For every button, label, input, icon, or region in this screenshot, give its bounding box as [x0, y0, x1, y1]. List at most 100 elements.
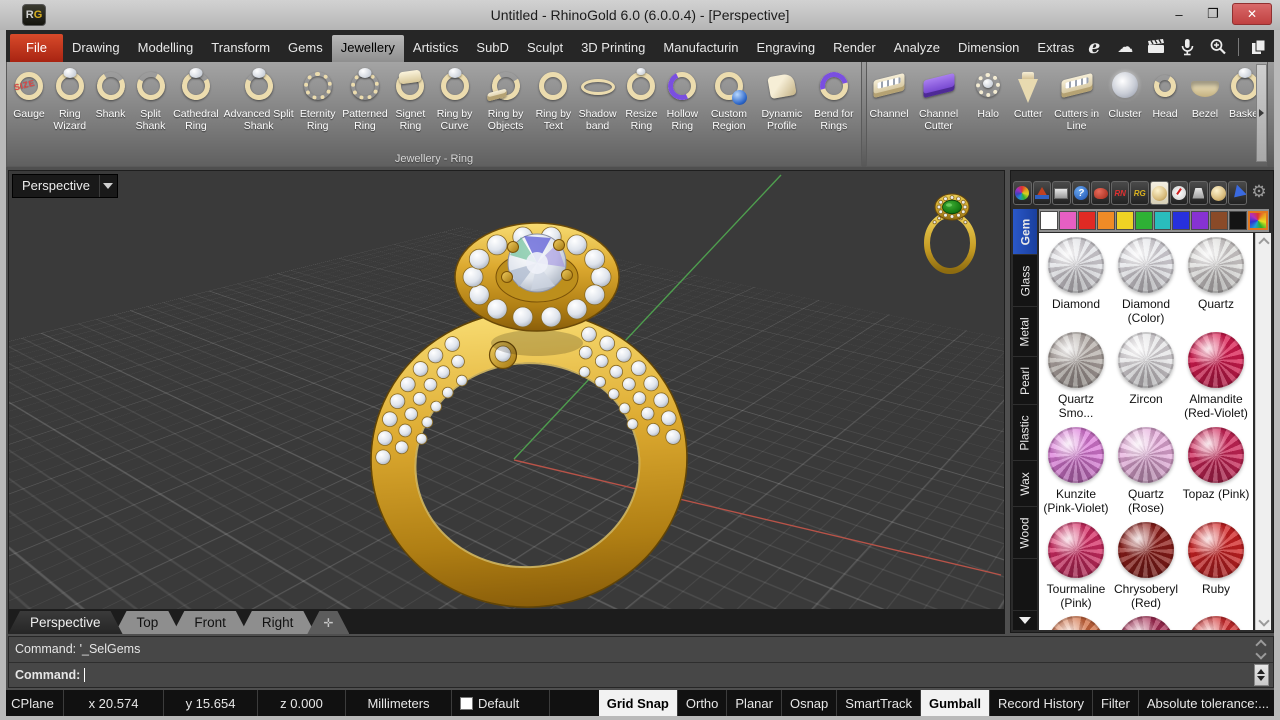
category-tab-glass[interactable]: Glass	[1013, 255, 1037, 307]
ribbon-item-cathedral-ring[interactable]: Cathedral Ring	[171, 64, 222, 150]
gem-item-quartz-rose[interactable]: Quartz (Rose)	[1111, 427, 1181, 515]
command-history-scroll[interactable]	[1251, 637, 1271, 662]
menu-tab-3d-printing[interactable]: 3D Printing	[572, 35, 654, 62]
export-arrow-icon[interactable]	[1228, 181, 1247, 205]
status-layer[interactable]: Default	[452, 690, 550, 716]
close-button[interactable]: ✕	[1232, 3, 1272, 25]
status-units[interactable]: Millimeters	[346, 690, 452, 716]
ribbon-item-resize-ring[interactable]: Resize Ring	[621, 64, 662, 150]
swatch-purple[interactable]	[1191, 211, 1209, 230]
category-tab-pearl[interactable]: Pearl	[1013, 357, 1037, 405]
command-input-row[interactable]: Command:	[9, 663, 1273, 688]
gem-item-zircon[interactable]: Zircon	[1111, 332, 1181, 420]
status-toggle-planar[interactable]: Planar	[727, 690, 782, 716]
swatch-orange[interactable]	[1097, 211, 1115, 230]
ribbon-item-eternity-ring[interactable]: Eternity Ring	[296, 64, 340, 150]
swatch-brown[interactable]	[1210, 211, 1228, 230]
status-cplane[interactable]: CPlane	[2, 690, 64, 716]
status-toggle-grid-snap[interactable]: Grid Snap	[599, 690, 678, 716]
gear-icon[interactable]: ⚙	[1249, 181, 1269, 203]
menu-tab-gems[interactable]: Gems	[279, 35, 332, 62]
menu-tab-manufacturing[interactable]: Manufacturin	[654, 35, 747, 62]
ribbon-item-signet-ring[interactable]: Signet Ring	[390, 64, 430, 150]
ribbon-item-ring-by-objects[interactable]: Ring by Objects	[479, 64, 533, 150]
ribbon-item-channel-cutter[interactable]: Channel Cutter	[909, 64, 968, 150]
script-e-icon[interactable]: e	[1083, 36, 1105, 58]
gem-item-topaz-pink[interactable]: Topaz (Pink)	[1181, 427, 1251, 515]
gem-thumbnail[interactable]	[1048, 616, 1104, 630]
ribbon-item-shank[interactable]: Shank	[91, 64, 131, 150]
display-icon[interactable]	[1052, 181, 1071, 205]
menu-tab-subd[interactable]: SubD	[467, 35, 518, 62]
menu-tab-transform[interactable]: Transform	[202, 35, 279, 62]
status-toggle-osnap[interactable]: Osnap	[782, 690, 837, 716]
swatch-green[interactable]	[1135, 211, 1153, 230]
viewport-tab-top[interactable]: Top	[115, 611, 181, 634]
material-cone-icon[interactable]	[1033, 181, 1052, 205]
ribbon-item-cutter[interactable]: Cutter	[1008, 64, 1048, 150]
ribbon-item-gauge[interactable]: SIZEGauge	[9, 64, 49, 150]
zoom-plus-icon[interactable]	[1207, 36, 1229, 58]
gem-item-kunzite[interactable]: Kunzite (Pink-Violet)	[1041, 427, 1111, 515]
ribbon-item-advanced-split-shank[interactable]: Advanced Split Shank	[221, 64, 296, 150]
menu-tab-artistics[interactable]: Artistics	[404, 35, 468, 62]
ribbon-item-dynamic-profile[interactable]: Dynamic Profile	[755, 64, 808, 150]
rhino-gold-icon[interactable]: RG	[1130, 181, 1149, 205]
status-toggle-record-history[interactable]: Record History	[990, 690, 1093, 716]
gem-item-tourmaline-pink[interactable]: Tourmaline (Pink)	[1041, 522, 1111, 610]
scroll-up-icon[interactable]	[1256, 233, 1271, 251]
gem-item-diamond[interactable]: Diamond	[1041, 237, 1111, 325]
gem-item-almandite[interactable]: Almandite (Red-Violet)	[1181, 332, 1251, 420]
menu-tab-dimension[interactable]: Dimension	[949, 35, 1028, 62]
category-tab-metal[interactable]: Metal	[1013, 307, 1037, 357]
gauge-compass-icon[interactable]	[1170, 181, 1189, 205]
command-history-row[interactable]: Command: '_SelGems	[9, 637, 1273, 663]
help-icon[interactable]: ?	[1072, 181, 1091, 205]
swatch-pink[interactable]	[1059, 211, 1077, 230]
ribbon-item-ring-by-text[interactable]: Ring by Text	[532, 64, 574, 150]
swatch-cyan[interactable]	[1154, 211, 1172, 230]
swatch-red[interactable]	[1078, 211, 1096, 230]
color-wheel-icon[interactable]	[1013, 181, 1032, 205]
gem-thumbnail[interactable]	[1118, 616, 1174, 630]
ribbon-item-split-shank[interactable]: Split Shank	[131, 64, 171, 150]
cloud-icon[interactable]: ☁	[1114, 36, 1136, 58]
category-tab-plastic[interactable]: Plastic	[1013, 405, 1037, 461]
ribbon-item-bezel[interactable]: Bezel	[1185, 64, 1225, 150]
ribbon-item-head[interactable]: Head	[1145, 64, 1185, 150]
category-tab-wood[interactable]: Wood	[1013, 507, 1037, 559]
swatch-white[interactable]	[1040, 211, 1058, 230]
status-toggle-gumball[interactable]: Gumball	[921, 690, 990, 716]
category-tabs-scroll-down[interactable]	[1013, 611, 1037, 630]
gem-item-chrysoberyl-red[interactable]: Chrysoberyl (Red)	[1111, 522, 1181, 610]
clapperboard-icon[interactable]	[1145, 36, 1167, 58]
menu-tab-engraving[interactable]: Engraving	[748, 35, 825, 62]
command-input-spinner[interactable]	[1251, 663, 1271, 688]
gem-list-scrollbar[interactable]	[1255, 233, 1271, 630]
ribbon-item-halo[interactable]: Halo	[968, 64, 1008, 150]
status-toggle-ortho[interactable]: Ortho	[678, 690, 728, 716]
gem-item-quartz-smoky[interactable]: Quartz Smo...	[1041, 332, 1111, 420]
gem-item-ruby[interactable]: Ruby	[1181, 522, 1251, 610]
category-tab-gem[interactable]: Gem	[1013, 209, 1037, 255]
menu-tab-drawing[interactable]: Drawing	[63, 35, 129, 62]
viewport-tab-perspective[interactable]: Perspective	[8, 611, 123, 634]
swatch-black[interactable]	[1229, 211, 1247, 230]
status-toggle-filter[interactable]: Filter	[1093, 690, 1139, 716]
category-tab-wax[interactable]: Wax	[1013, 461, 1037, 507]
menu-tab-analyze[interactable]: Analyze	[885, 35, 949, 62]
viewport-perspective[interactable]: Perspective	[8, 170, 1005, 610]
gem-item-diamond-color[interactable]: Diamond (Color)	[1111, 237, 1181, 325]
rhino-nature-icon[interactable]: RN	[1111, 181, 1130, 205]
chevron-down-icon[interactable]	[99, 175, 117, 197]
status-absolute-tolerance[interactable]: Absolute tolerance:...	[1139, 690, 1278, 716]
ribbon-scrollbar[interactable]	[1256, 64, 1267, 162]
ribbon-item-cluster[interactable]: Cluster	[1105, 64, 1145, 150]
ribbon-item-hollow-ring[interactable]: Hollow Ring	[662, 64, 703, 150]
clay-render-icon[interactable]	[1091, 181, 1110, 205]
menu-tab-extras[interactable]: Extras	[1028, 35, 1083, 62]
metal-materials-icon[interactable]	[1209, 181, 1228, 205]
menu-tab-modelling[interactable]: Modelling	[129, 35, 203, 62]
microphone-icon[interactable]	[1176, 36, 1198, 58]
secondary-ring-object[interactable]	[914, 187, 986, 279]
